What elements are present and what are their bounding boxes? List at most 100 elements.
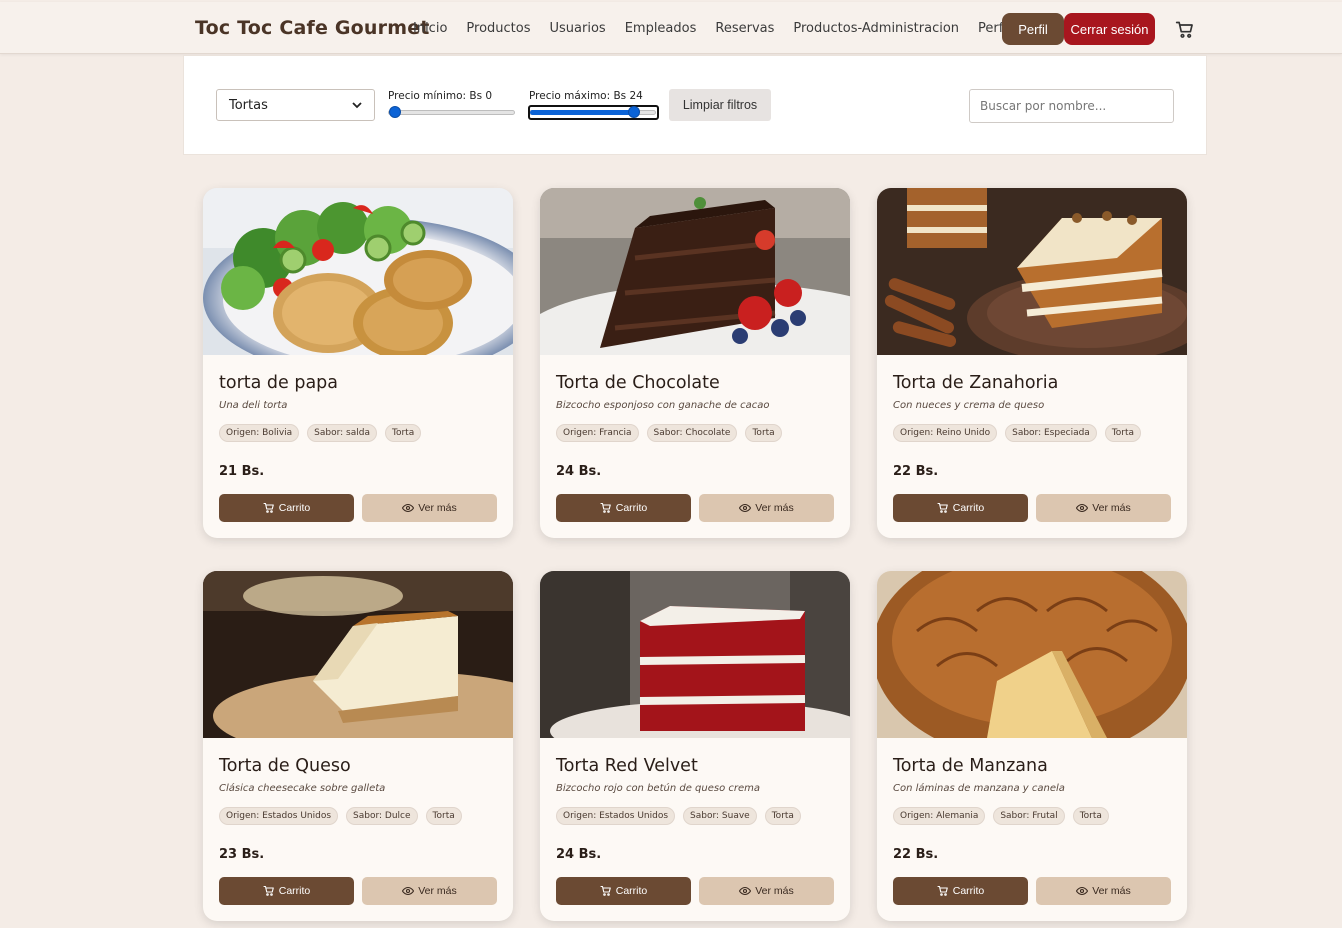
max-price-slider-thumb[interactable] xyxy=(627,106,640,118)
add-to-cart-button[interactable]: Carrito xyxy=(219,877,354,905)
product-actions: Carrito Ver más xyxy=(556,494,834,522)
view-more-label: Ver más xyxy=(755,502,794,514)
logout-button[interactable]: Cerrar sesión xyxy=(1064,13,1155,45)
product-card: Torta Red Velvet Bizcocho rojo con betún… xyxy=(540,571,850,921)
nav-link-empleados[interactable]: Empleados xyxy=(625,21,697,36)
product-tag: Sabor: salda xyxy=(307,424,377,442)
product-card: torta de papa Una deli torta Origen: Bol… xyxy=(203,188,513,538)
search-input[interactable] xyxy=(969,89,1174,123)
product-card: Torta de Manzana Con láminas de manzana … xyxy=(877,571,1187,921)
brand-title[interactable]: Toc Toc Cafe Gourmet xyxy=(195,17,430,39)
view-more-button[interactable]: Ver más xyxy=(362,877,497,905)
category-select[interactable]: Tortas xyxy=(216,89,375,121)
product-tags: Origen: Estados Unidos Sabor: Suave Torta xyxy=(556,807,834,825)
cart-icon xyxy=(937,885,948,896)
view-more-button[interactable]: Ver más xyxy=(699,877,834,905)
product-price: 22 Bs. xyxy=(893,847,939,862)
min-price-slider-thumb[interactable] xyxy=(389,106,401,118)
product-tag: Sabor: Suave xyxy=(683,807,757,825)
product-card-body: Torta de Chocolate Bizcocho esponjoso co… xyxy=(540,355,850,538)
perfil-button[interactable]: Perfil xyxy=(1002,13,1064,45)
nav-link-reservas[interactable]: Reservas xyxy=(715,21,774,36)
product-price: 22 Bs. xyxy=(893,464,939,479)
product-tags: Origen: Bolivia Sabor: salda Torta xyxy=(219,424,497,442)
add-to-cart-label: Carrito xyxy=(615,502,648,514)
product-tag: Torta xyxy=(764,807,801,825)
eye-icon xyxy=(1076,886,1089,896)
min-price-slider[interactable] xyxy=(388,106,515,118)
cart-icon xyxy=(263,885,274,896)
max-price-filter: Precio máximo: Bs 24 xyxy=(528,90,659,120)
product-tag: Torta xyxy=(1072,807,1109,825)
eye-icon xyxy=(1076,503,1089,513)
product-tag: Origen: Estados Unidos xyxy=(219,807,339,825)
product-card-body: Torta de Zanahoria Con nueces y crema de… xyxy=(877,355,1187,538)
view-more-button[interactable]: Ver más xyxy=(699,494,834,522)
max-price-slider[interactable] xyxy=(528,105,659,120)
product-title: Torta de Manzana xyxy=(893,756,1048,776)
eye-icon xyxy=(402,886,415,896)
cart-icon xyxy=(600,502,611,513)
eye-icon xyxy=(402,503,415,513)
view-more-label: Ver más xyxy=(1092,885,1131,897)
max-price-label: Precio máximo: Bs 24 xyxy=(529,90,643,102)
view-more-label: Ver más xyxy=(418,885,457,897)
view-more-button[interactable]: Ver más xyxy=(1036,494,1171,522)
product-actions: Carrito Ver más xyxy=(893,494,1171,522)
product-title: Torta de Zanahoria xyxy=(893,373,1059,393)
product-tag: Origen: Bolivia xyxy=(219,424,300,442)
view-more-button[interactable]: Ver más xyxy=(1036,877,1171,905)
view-more-label: Ver más xyxy=(1092,502,1131,514)
product-image xyxy=(877,571,1187,738)
product-title: torta de papa xyxy=(219,373,339,393)
view-more-label: Ver más xyxy=(418,502,457,514)
view-more-label: Ver más xyxy=(755,885,794,897)
eye-icon xyxy=(739,503,752,513)
product-card: Torta de Queso Clásica cheesecake sobre … xyxy=(203,571,513,921)
product-actions: Carrito Ver más xyxy=(556,877,834,905)
nav-link-usuarios[interactable]: Usuarios xyxy=(550,21,606,36)
nav-links: Inicio Productos Usuarios Empleados Rese… xyxy=(413,21,1030,36)
add-to-cart-button[interactable]: Carrito xyxy=(893,494,1028,522)
product-description: Clásica cheesecake sobre galleta xyxy=(219,783,386,794)
add-to-cart-label: Carrito xyxy=(278,885,311,897)
product-card-body: Torta de Manzana Con láminas de manzana … xyxy=(877,738,1187,921)
product-actions: Carrito Ver más xyxy=(219,494,497,522)
add-to-cart-button[interactable]: Carrito xyxy=(556,877,691,905)
add-to-cart-button[interactable]: Carrito xyxy=(219,494,354,522)
add-to-cart-button[interactable]: Carrito xyxy=(556,494,691,522)
product-tag: Sabor: Dulce xyxy=(346,807,418,825)
view-more-button[interactable]: Ver más xyxy=(362,494,497,522)
cart-icon xyxy=(600,885,611,896)
product-tag: Torta xyxy=(745,424,782,442)
cart-icon[interactable] xyxy=(1175,20,1195,40)
product-price: 23 Bs. xyxy=(219,847,265,862)
product-description: Una deli torta xyxy=(219,400,288,411)
add-to-cart-label: Carrito xyxy=(278,502,311,514)
product-tags: Origen: Alemania Sabor: Frutal Torta xyxy=(893,807,1171,825)
product-description: Con nueces y crema de queso xyxy=(893,400,1045,411)
product-tag: Origen: Estados Unidos xyxy=(556,807,676,825)
product-tag: Sabor: Frutal xyxy=(993,807,1065,825)
product-description: Bizcocho rojo con betún de queso crema xyxy=(556,783,761,794)
product-tags: Origen: Francia Sabor: Chocolate Torta xyxy=(556,424,834,442)
product-card-body: Torta de Queso Clásica cheesecake sobre … xyxy=(203,738,513,921)
add-to-cart-label: Carrito xyxy=(952,502,985,514)
min-price-filter: Precio mínimo: Bs 0 xyxy=(388,90,515,118)
product-tag: Origen: Alemania xyxy=(893,807,986,825)
product-title: Torta de Queso xyxy=(219,756,351,776)
product-actions: Carrito Ver más xyxy=(219,877,497,905)
nav-link-inicio[interactable]: Inicio xyxy=(413,21,447,36)
nav-link-productos-admin[interactable]: Productos-Administracion xyxy=(793,21,959,36)
product-tag: Sabor: Chocolate xyxy=(646,424,738,442)
nav-link-productos[interactable]: Productos xyxy=(466,21,530,36)
product-tag: Origen: Francia xyxy=(556,424,639,442)
product-tag: Torta xyxy=(1104,424,1142,442)
add-to-cart-button[interactable]: Carrito xyxy=(893,877,1028,905)
product-card-body: torta de papa Una deli torta Origen: Bol… xyxy=(203,355,513,538)
clear-filters-button[interactable]: Limpiar filtros xyxy=(669,89,771,121)
product-tag: Origen: Reino Unido xyxy=(893,424,998,442)
product-price: 24 Bs. xyxy=(556,464,602,479)
product-actions: Carrito Ver más xyxy=(893,877,1171,905)
product-tags: Origen: Reino Unido Sabor: Especiada Torta xyxy=(893,424,1171,442)
